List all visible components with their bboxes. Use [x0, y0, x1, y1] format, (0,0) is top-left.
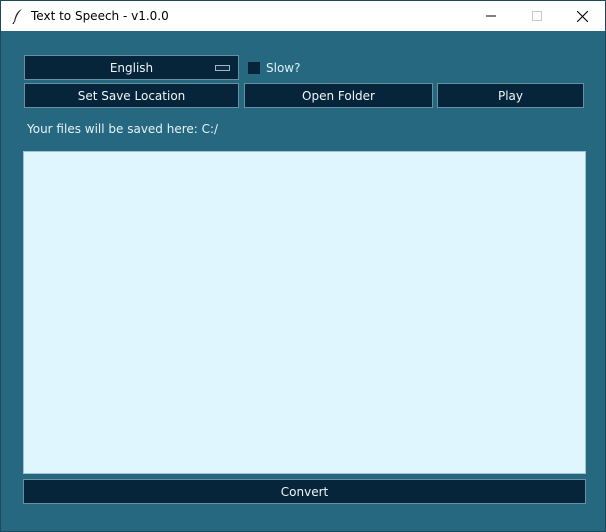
- close-icon: [576, 10, 588, 22]
- save-location-text: Your files will be saved here: C:/: [27, 122, 219, 136]
- set-save-location-button[interactable]: Set Save Location: [24, 83, 239, 108]
- dropdown-arrow-icon: [215, 65, 230, 71]
- slow-checkbox-group[interactable]: Slow?: [248, 60, 300, 76]
- maximize-button[interactable]: [514, 1, 560, 31]
- play-button[interactable]: Play: [437, 83, 584, 108]
- play-label: Play: [497, 88, 524, 103]
- slow-checkbox[interactable]: [248, 62, 260, 74]
- feather-icon: [10, 8, 26, 24]
- slow-checkbox-label: Slow?: [266, 61, 301, 75]
- app-window: Text to Speech - v1.0.0 English Slow? Se…: [0, 0, 606, 532]
- window-title: Text to Speech - v1.0.0: [31, 9, 169, 23]
- language-dropdown-value: English: [109, 60, 154, 75]
- close-button[interactable]: [559, 1, 605, 31]
- set-save-location-label: Set Save Location: [77, 88, 186, 103]
- open-folder-button[interactable]: Open Folder: [244, 83, 433, 108]
- language-dropdown[interactable]: English: [24, 55, 239, 80]
- open-folder-label: Open Folder: [302, 88, 375, 103]
- convert-label: Convert: [280, 484, 329, 499]
- minimize-button[interactable]: [468, 1, 514, 31]
- minimize-icon: [486, 15, 496, 17]
- title-bar: Text to Speech - v1.0.0: [1, 1, 605, 31]
- maximize-icon: [532, 11, 542, 21]
- convert-button[interactable]: Convert: [23, 479, 586, 504]
- text-input-area[interactable]: [23, 151, 586, 474]
